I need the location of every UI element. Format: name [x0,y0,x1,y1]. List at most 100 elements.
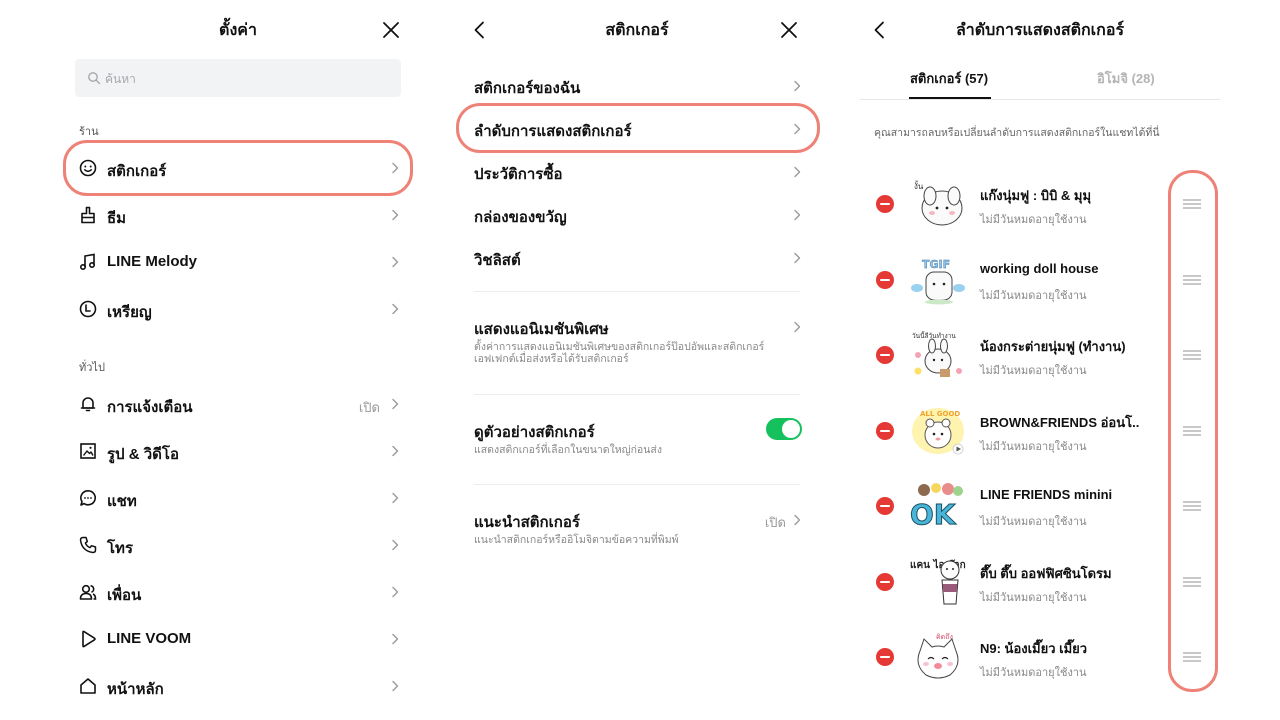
drag-handle-icon[interactable] [1182,576,1202,588]
sticker-expiry: ไม่มีวันหมดอายุใช้งาน [980,516,1087,528]
settings-item-label: แชท [107,493,137,510]
sticker-expiry: ไม่มีวันหมดอายุใช้งาน [980,667,1087,679]
sticker-expiry: ไม่มีวันหมดอายุใช้งาน [980,365,1087,377]
sticker-expiry: ไม่มีวันหมดอายุใช้งาน [980,592,1087,604]
stickers-item-my-stickers[interactable]: สติกเกอร์ของฉัน [474,76,802,98]
settings-item-friends[interactable]: เพื่อน [78,572,400,612]
chevron-right-icon [390,256,400,268]
section-label-store: ร้าน [79,126,99,138]
stickers-item-suggestions[interactable]: แนะนำสติกเกอร์ แนะนำสติกเกอร์หรืออิโมจิต… [474,510,802,550]
sticker-expiry: ไม่มีวันหมดอายุใช้งาน [980,290,1087,302]
notifications-status: เปิด [358,400,380,415]
settings-item-label: การแจ้งเตือน [107,399,193,416]
settings-item-coins[interactable]: เหรียญ [78,289,400,329]
chevron-right-icon [390,680,400,692]
divider [474,394,800,395]
home-icon [78,676,98,696]
preview-toggle[interactable] [766,418,802,440]
drag-handle-icon[interactable] [1182,651,1202,663]
tab-stickers[interactable]: สติกเกอร์ (57) [910,68,988,89]
settings-item-label: LINE Melody [107,253,198,270]
settings-item-label: เพื่อน [107,587,142,604]
remove-icon[interactable] [876,648,894,666]
stickers-item-preview: ดูตัวอย่างสติกเกอร์ แสดงสติกเกอร์ที่เลือ… [474,418,802,460]
stickers-item-special-animation[interactable]: แสดงแอนิเมชันพิเศษ ตั้งค่าการแสดงแอนิเมช… [474,317,802,369]
sticker-caption: งั้น [914,180,924,191]
stickers-item-description: แสดงสติกเกอร์ที่เลือกในขนาดใหญ่ก่อนส่ง [474,444,662,456]
settings-item-line-voom[interactable]: LINE VOOM [78,619,400,659]
sticker-order-header: ลำดับการแสดงสติกเกอร์ [860,0,1220,60]
settings-panel: ตั้งค่า ค้นหา ร้าน สติกเกอร์ ธีม LINE Me… [60,0,416,720]
minini-ok-sticker: OK [910,480,966,532]
settings-item-line-melody[interactable]: LINE Melody [78,242,400,282]
settings-item-theme[interactable]: ธีม [78,195,400,235]
toggle-knob [782,420,800,438]
chevron-right-icon [792,209,802,221]
stickers-panel: สติกเกอร์ สติกเกอร์ของฉัน ลำดับการแสดงสต… [452,0,822,720]
settings-item-notifications[interactable]: การแจ้งเตือน เปิด [78,384,400,424]
brown-friends-sticker: ALL GOOD [910,405,966,457]
settings-item-home[interactable]: หน้าหลัก [78,666,400,706]
stickers-item-description: แนะนำสติกเกอร์หรืออิโมจิตามข้อความที่พิม… [474,534,679,546]
remove-icon[interactable] [876,271,894,289]
remove-icon[interactable] [876,497,894,515]
stickers-item-label: สติกเกอร์ของฉัน [474,80,581,97]
settings-item-photos-videos[interactable]: รูป & วิดีโอ [78,431,400,471]
office-syndrome-sticker: แคน ไอ อ๊าก ? [910,556,966,608]
remove-icon[interactable] [876,195,894,213]
stickers-item-purchase-history[interactable]: ประวัติการซื้อ [474,162,802,184]
bunny-work-sticker: วันนี้ลีวันทำงาน [910,329,966,381]
smiley-icon [78,158,98,178]
stickers-item-wishlist[interactable]: วิชลิสต์ [474,248,802,270]
stickers-item-label: ลำดับการแสดงสติกเกอร์ [474,123,632,140]
stickers-item-label: ประวัติการซื้อ [474,166,563,183]
chevron-right-icon [390,445,400,457]
section-label-general: ทั่วไป [79,362,105,374]
chevron-right-icon [792,514,802,526]
drag-handle-icon[interactable] [1182,500,1202,512]
search-input[interactable]: ค้นหา [75,59,401,97]
remove-icon[interactable] [876,422,894,440]
chevron-right-icon [390,633,400,645]
sticker-row: แคน ไอ อ๊าก ? ตึ๊บ ตึ๊บ ออฟฟิศซินโดรม ไม… [860,554,1220,620]
coin-icon [78,299,98,319]
drag-handle-icon[interactable] [1182,198,1202,210]
sticker-expiry: ไม่มีวันหมดอายุใช้งาน [980,441,1087,453]
chevron-right-icon [390,586,400,598]
search-icon [87,71,101,85]
settings-item-stickers[interactable]: สติกเกอร์ [78,148,400,188]
stickers-title: สติกเกอร์ [605,22,669,39]
sticker-order-panel: ลำดับการแสดงสติกเกอร์ สติกเกอร์ (57) อิโ… [860,0,1220,720]
tab-active-indicator [909,97,991,99]
settings-item-calls[interactable]: โทร [78,525,400,565]
sticker-row: คิดถึง N9: น้องเมี๊ยว เมี๊ยว ไม่มีวันหมด… [860,629,1220,695]
chevron-right-icon [390,162,400,174]
close-icon[interactable] [778,19,800,41]
drag-handle-icon[interactable] [1182,349,1202,361]
music-note-icon [78,252,98,272]
suggestions-status: เปิด [764,515,786,530]
sticker-row: OK LINE FRIENDS minini ไม่มีวันหมดอายุใช… [860,478,1220,544]
stickers-item-label: แนะนำสติกเกอร์ [474,514,580,531]
sticker-name: LINE FRIENDS minini [980,487,1113,502]
stickers-item-gift-box[interactable]: กล่องของขวัญ [474,205,802,227]
drag-handle-icon[interactable] [1182,425,1202,437]
settings-header: ตั้งค่า [60,0,416,60]
remove-icon[interactable] [876,346,894,364]
settings-item-chat[interactable]: แชท [78,478,400,518]
chevron-right-icon [792,252,802,264]
sticker-row: TGIF working doll house ไม่มีวันหมดอายุใ… [860,252,1220,318]
stickers-item-label: กล่องของขวัญ [474,209,567,226]
sticker-name: BROWN&FRIENDS อ่อนโ... [980,415,1140,430]
sticker-name: น้องกระต่ายนุ่มฟู (ทำงาน) [980,339,1126,354]
sticker-caption: วันนี้ลีวันทำงาน [912,331,956,340]
drag-handle-icon[interactable] [1182,274,1202,286]
settings-item-label: สติกเกอร์ [107,163,167,180]
sticker-name: working doll house [980,261,1099,276]
stickers-item-display-order[interactable]: ลำดับการแสดงสติกเกอร์ [474,119,802,141]
chevron-right-icon [390,209,400,221]
remove-icon[interactable] [876,573,894,591]
close-icon[interactable] [380,19,402,41]
settings-item-label: รูป & วิดีโอ [107,446,179,463]
tab-emoji[interactable]: อิโมจิ (28) [1097,68,1155,89]
